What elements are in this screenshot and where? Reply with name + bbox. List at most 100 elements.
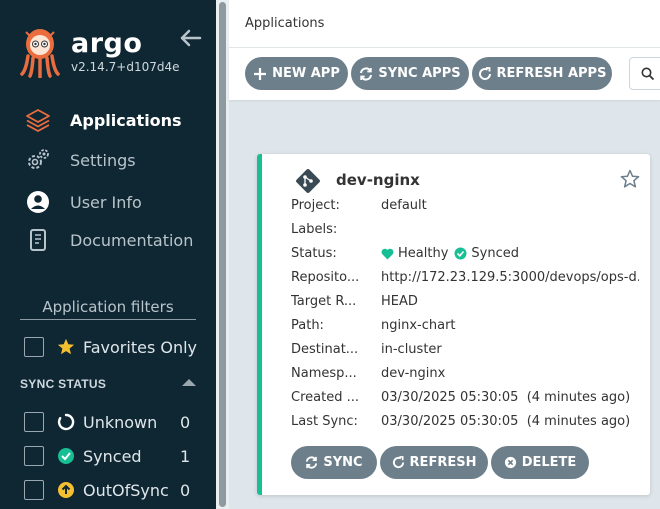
synced-label: Synced [83,447,142,466]
row-last-sync: Last Sync: 03/30/2025 05:30:05 (4 minute… [291,414,641,434]
sync-label: SYNC [323,455,363,470]
delete-label: DELETE [521,455,577,470]
search-input[interactable] [629,57,660,90]
row-namespace: Namesp... dev-nginx [291,366,641,386]
book-icon [24,226,52,254]
unknown-label: Unknown [83,413,158,432]
new-app-label: NEW APP [272,66,340,81]
row-key: Destinat... [291,342,359,357]
row-key: Last Sync: [291,414,358,429]
synced-count: 1 [180,447,191,466]
row-path: Path: nginx-chart [291,318,641,338]
favorites-filter[interactable]: Favorites Only [0,335,216,359]
nav-applications[interactable]: Applications [0,103,216,137]
sync-icon [306,456,318,469]
version-label: v2.14.7+d107d4e [71,60,180,74]
plus-icon [254,67,267,80]
row-project: Project: default [291,198,641,218]
row-key: Status: [291,246,337,261]
row-status: Status: Healthy Synced [291,246,641,266]
brand-name: argo [71,28,143,59]
delete-button[interactable]: DELETE [491,446,589,479]
row-value: in-cluster [381,342,442,357]
out-of-sync-label: OutOfSync [83,481,169,500]
collapse-section-icon[interactable] [182,379,196,386]
collapse-sidebar-icon[interactable] [178,28,202,48]
row-key: Project: [291,198,340,213]
app-name[interactable]: dev-nginx [336,171,420,189]
nav-settings[interactable]: Settings [0,143,216,177]
row-target-revision: Target R... HEAD [291,294,641,314]
filter-unknown[interactable]: Unknown 0 [0,410,216,434]
row-value: nginx-chart [381,318,456,333]
nav-settings-label: Settings [70,150,136,170]
top-bar: Applications [229,0,660,48]
health-status: Healthy [398,246,449,261]
scrollbar-thumb[interactable] [219,2,226,507]
nav-documentation[interactable]: Documentation [0,223,216,257]
star-icon [57,338,75,355]
row-key: Created ... [291,390,359,405]
nav-user-info-label: User Info [70,192,142,212]
row-value: dev-nginx [381,366,446,381]
filter-out-of-sync[interactable]: OutOfSync 0 [0,478,216,502]
check-circle-icon [454,247,467,260]
out-of-sync-count: 0 [180,481,191,500]
refresh-icon [478,66,491,80]
search-icon [641,67,655,81]
sync-button[interactable]: SYNC [291,446,377,479]
row-labels: Labels: [291,222,641,242]
row-created: Created ... 03/30/2025 05:30:05 (4 minut… [291,390,641,410]
refresh-icon [392,456,404,469]
unknown-checkbox[interactable] [24,412,44,432]
row-key: Reposito... [291,270,360,285]
application-card[interactable]: dev-nginx Project: default Labels: Statu… [257,154,650,495]
toolbar: NEW APP SYNC APPS REFRESH APPS [229,48,660,100]
refresh-button[interactable]: REFRESH [380,446,488,479]
page-title: Applications [245,16,325,31]
row-value: default [381,198,427,213]
row-key: Namesp... [291,366,357,381]
refresh-apps-label: REFRESH APPS [496,66,607,81]
nav-applications-label: Applications [70,110,182,130]
out-of-sync-checkbox[interactable] [24,480,44,500]
favorites-label: Favorites Only [83,338,198,357]
new-app-button[interactable]: NEW APP [245,57,348,90]
filter-synced[interactable]: Synced 1 [0,444,216,468]
status-value: Healthy Synced [381,246,519,261]
row-value: 03/30/2025 05:30:05 (4 minutes ago) [381,390,631,405]
refresh-apps-button[interactable]: REFRESH APPS [472,57,612,90]
filters-title: Application filters [20,298,196,320]
nav-documentation-label: Documentation [70,230,194,250]
sync-status-heading: SYNC STATUS [20,377,107,391]
row-repository: Reposito... http://172.23.129.5:3000/dev… [291,270,641,290]
times-circle-icon [504,456,516,469]
row-key: Path: [291,318,324,333]
row-key: Labels: [291,222,338,237]
favorite-star-icon[interactable] [620,169,640,189]
row-value: 03/30/2025 05:30:05 (4 minutes ago) [381,414,631,429]
sidebar: argo v2.14.7+d107d4e Applications Settin… [0,0,216,509]
git-diamond-icon [296,169,320,193]
unknown-count: 0 [180,413,191,432]
nav-user-info[interactable]: User Info [0,185,216,219]
row-value: HEAD [381,294,418,309]
user-circle-icon [24,188,52,216]
argo-logo [20,29,60,78]
sync-apps-label: SYNC APPS [378,66,461,81]
favorites-checkbox[interactable] [24,337,44,357]
circle-notch-icon [57,413,75,431]
refresh-label: REFRESH [409,455,477,470]
row-key: Target R... [291,294,357,309]
arrow-up-circle-icon [58,482,74,498]
sync-status: Synced [471,246,519,261]
synced-checkbox[interactable] [24,446,44,466]
heart-icon [381,248,394,259]
gears-icon [24,146,52,174]
sync-apps-button[interactable]: SYNC APPS [351,57,469,90]
scrollbar[interactable] [216,0,229,509]
check-circle-icon [58,448,74,464]
layers-icon [24,106,52,134]
sync-icon [360,66,373,81]
row-value: http://172.23.129.5:3000/devops/ops-d... [381,270,639,285]
